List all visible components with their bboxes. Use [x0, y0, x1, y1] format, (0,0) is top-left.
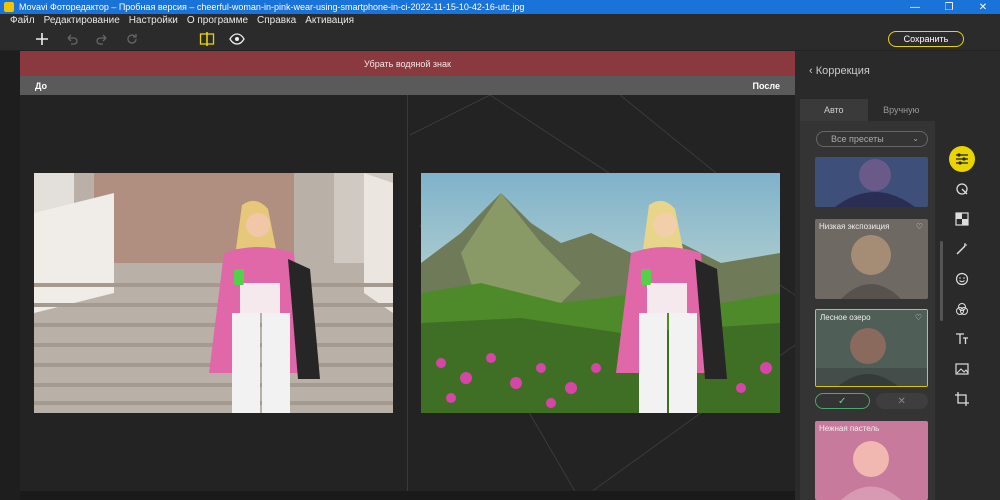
before-photo	[34, 173, 393, 413]
apply-preset-button[interactable]: ✓	[815, 393, 870, 409]
preset-label: Нежная пастель	[819, 424, 880, 433]
crop-icon[interactable]	[949, 386, 975, 412]
cancel-preset-button[interactable]: ✕	[875, 393, 928, 409]
favorite-heart-icon[interactable]: ♡	[915, 313, 922, 322]
compare-split-icon[interactable]	[198, 30, 216, 48]
close-window-button[interactable]: ✕	[966, 2, 1000, 13]
retouch-icon[interactable]	[949, 176, 975, 202]
compare-labels-bar: До После	[20, 76, 795, 95]
chevron-down-icon: ⌄	[912, 134, 919, 143]
preview-eye-icon[interactable]	[228, 30, 246, 48]
menu-activation[interactable]: Активация	[305, 15, 354, 26]
background-icon[interactable]	[949, 206, 975, 232]
menu-about[interactable]: О программе	[187, 15, 248, 26]
menu-settings[interactable]: Настройки	[129, 15, 178, 26]
tools-sidebar	[945, 146, 979, 416]
menu-bar: Файл Редактирование Настройки О программ…	[0, 14, 1000, 27]
compare-divider[interactable]	[407, 95, 408, 500]
after-photo	[421, 173, 780, 413]
favorite-heart-icon[interactable]: ♡	[916, 222, 923, 231]
minimize-button[interactable]: —	[898, 2, 932, 13]
save-button[interactable]: Сохранить	[888, 31, 964, 47]
presets-scrollbar[interactable]	[940, 241, 943, 321]
add-icon[interactable]	[33, 30, 51, 48]
menu-edit[interactable]: Редактирование	[44, 15, 120, 26]
correction-tabs: Авто Вручную	[800, 99, 935, 121]
maximize-button[interactable]: ❐	[932, 2, 966, 13]
presets-dropdown-value: Все пресеты	[831, 134, 884, 144]
preset-label: Низкая экспозиция	[819, 222, 890, 231]
preset-item[interactable]: Низкая экспозиция ♡	[815, 219, 928, 299]
adjust-sliders-icon[interactable]	[949, 146, 975, 172]
menu-file[interactable]: Файл	[10, 15, 35, 26]
redo-icon[interactable]	[93, 30, 111, 48]
after-label: После	[752, 81, 780, 91]
window-title: Movavi Фоторедактор – Пробная версия – c…	[19, 2, 525, 12]
main-toolbar: Сохранить	[0, 27, 1000, 51]
app-logo-icon	[4, 2, 14, 12]
correction-panel: ‹ Коррекция Авто Вручную Все пресеты ⌄ Н…	[795, 51, 1000, 500]
panel-header[interactable]: ‹ Коррекция	[809, 65, 870, 77]
preset-label: Лесное озеро	[820, 313, 871, 322]
filters-icon[interactable]	[949, 296, 975, 322]
preset-item[interactable]	[815, 157, 928, 207]
remove-watermark-banner[interactable]: Убрать водяной знак	[20, 51, 795, 76]
preset-action-row: ✓ ✕	[815, 393, 928, 409]
reset-icon[interactable]	[123, 30, 141, 48]
text-icon[interactable]	[949, 326, 975, 352]
window-titlebar: Movavi Фоторедактор – Пробная версия – c…	[0, 0, 1000, 14]
panel-title: Коррекция	[815, 65, 870, 77]
presets-list: Все пресеты ⌄ Низкая экспозиция ♡ Лесное…	[800, 121, 935, 500]
before-label: До	[35, 81, 48, 91]
tab-manual[interactable]: Вручную	[868, 99, 936, 121]
magic-wand-icon[interactable]	[949, 236, 975, 262]
photo-canvas[interactable]	[20, 95, 795, 500]
back-chevron-icon[interactable]: ‹	[809, 65, 813, 77]
menu-help[interactable]: Справка	[257, 15, 296, 26]
presets-dropdown[interactable]: Все пресеты ⌄	[816, 131, 928, 147]
preset-item-selected[interactable]: Лесное озеро ♡	[815, 309, 928, 387]
tab-auto[interactable]: Авто	[800, 99, 868, 121]
preset-item[interactable]: Нежная пастель	[815, 421, 928, 500]
face-icon[interactable]	[949, 266, 975, 292]
bottom-status-bar	[20, 491, 795, 500]
image-insert-icon[interactable]	[949, 356, 975, 382]
undo-icon[interactable]	[63, 30, 81, 48]
